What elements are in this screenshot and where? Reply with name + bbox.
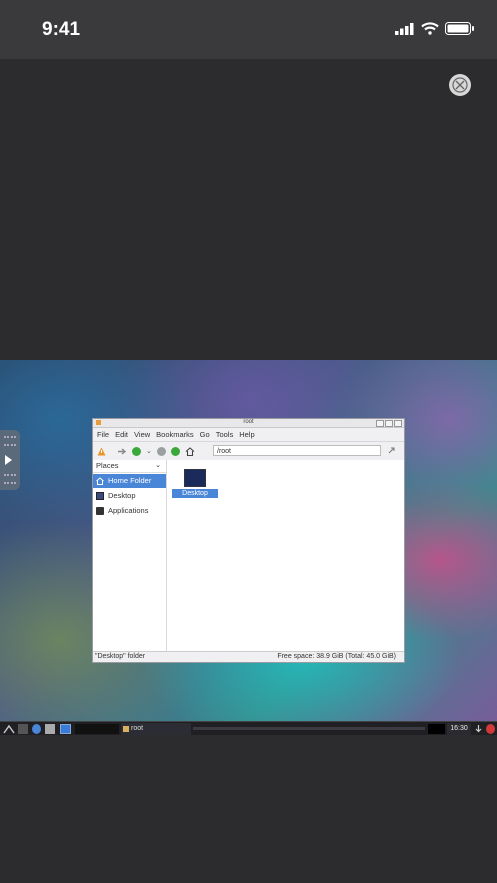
status-icons	[395, 22, 475, 35]
file-manager-icon[interactable]	[45, 724, 55, 734]
side-toolbar-handle[interactable]	[0, 430, 20, 490]
wifi-icon	[421, 22, 439, 35]
sidebar-item-applications[interactable]: Applications	[93, 504, 166, 518]
disconnect-button[interactable]	[449, 74, 471, 96]
applications-icon	[96, 507, 104, 515]
close-button[interactable]	[394, 420, 402, 427]
taskbar-divider	[193, 727, 425, 730]
home-icon	[96, 477, 104, 485]
menu-edit[interactable]: Edit	[115, 430, 128, 439]
window-titlebar[interactable]: root	[93, 419, 404, 428]
clock[interactable]: 16:30	[447, 723, 471, 735]
chevron-down-icon: ⌄	[155, 462, 161, 469]
warning-icon	[97, 447, 106, 455]
minimize-button[interactable]	[376, 420, 384, 427]
show-desktop-icon[interactable]	[18, 724, 28, 734]
history-dropdown-icon[interactable]: ⌄	[146, 447, 152, 455]
sidebar-item-label: Home Folder	[108, 476, 152, 485]
window-status-bar: "Desktop" folder Free space: 38.9 GiB (T…	[93, 651, 404, 662]
workspace-icon[interactable]	[60, 724, 71, 734]
sidebar-item-home[interactable]: Home Folder	[93, 474, 166, 488]
task-label: root	[131, 725, 144, 732]
folder-icon	[123, 726, 129, 732]
window-controls	[376, 420, 402, 427]
file-manager-window[interactable]: root File Edit View Bookmarks Go Tools H…	[92, 418, 405, 663]
taskbar-task-root[interactable]: root	[121, 723, 191, 735]
sidebar-item-label: Applications	[108, 506, 149, 515]
menu-view[interactable]: View	[134, 430, 150, 439]
desktop-folder-icon	[184, 469, 206, 487]
places-label: Places	[96, 461, 119, 470]
handle-grip-icon	[4, 474, 16, 478]
window-title: root	[243, 419, 254, 425]
menu-tools[interactable]: Tools	[216, 430, 234, 439]
play-icon	[5, 455, 12, 465]
menu-bar: File Edit View Bookmarks Go Tools Help	[93, 428, 404, 442]
places-header[interactable]: Places ⌄	[93, 460, 166, 473]
file-view[interactable]: Desktop	[167, 460, 404, 652]
battery-icon	[445, 22, 474, 35]
status-selection: "Desktop" folder	[95, 653, 146, 660]
power-icon[interactable]	[486, 724, 495, 734]
tray-area	[428, 724, 445, 734]
unlink-icon	[452, 77, 468, 93]
menu-help[interactable]: Help	[239, 430, 254, 439]
forward-icon[interactable]	[156, 446, 166, 456]
places-sidebar: Places ⌄ Home Folder Desktop Application…	[93, 460, 167, 652]
maximize-button[interactable]	[385, 420, 393, 427]
address-bar[interactable]: /root	[213, 445, 381, 456]
go-icon[interactable]	[388, 447, 396, 455]
status-free-space: Free space: 38.9 GiB (Total: 45.0 GiB)	[277, 653, 396, 660]
file-item-desktop[interactable]: Desktop	[172, 469, 218, 498]
up-icon[interactable]	[170, 446, 180, 456]
menu-go[interactable]: Go	[200, 430, 210, 439]
desktop-taskbar: root 16:30	[0, 721, 497, 735]
handle-grip-icon	[4, 482, 16, 486]
phone-status-bar: 9:41	[0, 0, 497, 59]
start-menu-icon[interactable]	[3, 724, 15, 734]
browser-icon[interactable]	[32, 724, 41, 734]
signal-icon	[395, 22, 414, 35]
home-icon[interactable]	[185, 446, 195, 456]
back-icon[interactable]	[132, 446, 141, 456]
remote-desktop-view[interactable]: root File Edit View Bookmarks Go Tools H…	[0, 360, 497, 735]
toolbar: ⌄ /root	[93, 442, 404, 461]
status-time: 9:41	[42, 19, 81, 40]
download-icon[interactable]	[474, 724, 483, 734]
workspace-switcher[interactable]	[75, 724, 119, 734]
file-item-label: Desktop	[172, 489, 218, 498]
sidebar-item-label: Desktop	[108, 491, 136, 500]
menu-bookmarks[interactable]: Bookmarks	[156, 430, 194, 439]
sidebar-item-desktop[interactable]: Desktop	[93, 489, 166, 503]
desktop-icon	[96, 492, 104, 500]
handle-grip-icon	[4, 436, 16, 440]
handle-grip-icon	[4, 444, 16, 448]
new-tab-icon[interactable]	[117, 447, 127, 456]
menu-file[interactable]: File	[97, 430, 109, 439]
